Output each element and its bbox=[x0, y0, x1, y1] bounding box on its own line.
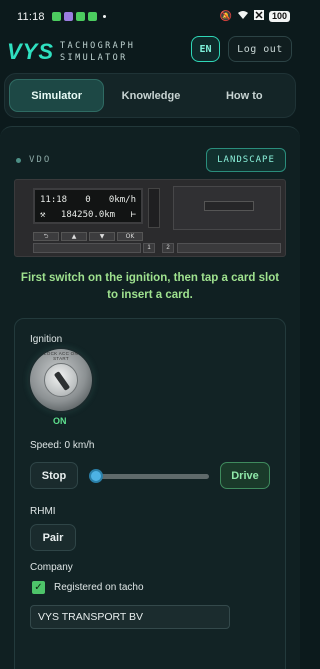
display-line-1: 11:18 0 0km/h bbox=[40, 192, 136, 207]
logo-mark: VYS bbox=[7, 39, 55, 64]
signal-icon bbox=[253, 10, 264, 23]
speed-slider-thumb[interactable] bbox=[89, 469, 103, 483]
app-header: VYS TACHOGRAPH SIMULATOR EN Log out bbox=[0, 33, 300, 71]
registered-checkbox[interactable]: ✓ bbox=[32, 581, 45, 594]
key-icon bbox=[53, 371, 71, 391]
ignition-key-barrel bbox=[44, 363, 78, 397]
card-slot-2-strip[interactable] bbox=[177, 243, 281, 253]
logo-line-2: SIMULATOR bbox=[60, 53, 128, 63]
tachograph-device: 11:18 0 0km/h ⚒ 184250.0km ⊢ ⮌ ▲ ▼ OK 1 … bbox=[14, 179, 286, 257]
device-label: VDO bbox=[29, 155, 52, 165]
pair-button[interactable]: Pair bbox=[30, 524, 76, 551]
battery-icon: 100 bbox=[268, 11, 290, 22]
tab-how-to[interactable]: How to bbox=[198, 79, 291, 112]
ignition-switch[interactable]: LOCK ACC ON START bbox=[30, 349, 92, 411]
registered-label: Registered on tacho bbox=[54, 582, 144, 593]
card-slot-1-button[interactable]: 1 bbox=[143, 243, 155, 253]
stop-button[interactable]: Stop bbox=[30, 462, 78, 489]
status-bar: 11:18 🔕 100 bbox=[0, 0, 300, 33]
logo-line-1: TACHOGRAPH bbox=[60, 41, 136, 51]
notification-app-icon bbox=[63, 12, 73, 21]
logout-button[interactable]: Log out bbox=[228, 36, 292, 62]
landscape-button[interactable]: LANDSCAPE bbox=[206, 148, 286, 172]
tab-knowledge[interactable]: Knowledge bbox=[104, 79, 197, 112]
down-button[interactable]: ▼ bbox=[89, 232, 115, 241]
simulator-panel: VDO LANDSCAPE 11:18 0 0km/h ⚒ 184250.0km… bbox=[0, 126, 300, 669]
up-button[interactable]: ▲ bbox=[61, 232, 87, 241]
printer-paper-slot bbox=[204, 201, 254, 211]
do-not-disturb-icon: 🔕 bbox=[219, 11, 232, 22]
notification-app-icon bbox=[75, 12, 85, 21]
ok-button[interactable]: OK bbox=[117, 232, 143, 241]
clock: 11:18 bbox=[17, 10, 45, 23]
ignition-ring-text: LOCK ACC ON START bbox=[43, 351, 79, 361]
display-speed: 0km/h bbox=[108, 194, 136, 205]
app-logo: VYS TACHOGRAPH SIMULATOR bbox=[7, 39, 135, 65]
wifi-icon bbox=[237, 10, 249, 23]
ignition-label: Ignition bbox=[30, 334, 63, 345]
company-label: Company bbox=[30, 562, 73, 573]
display-odometer: 184250.0km bbox=[60, 209, 116, 220]
display-line-2: ⚒ 184250.0km ⊢ bbox=[40, 207, 136, 222]
printer-drawer[interactable] bbox=[173, 186, 281, 230]
tab-simulator[interactable]: Simulator bbox=[9, 79, 105, 112]
notification-app-icon bbox=[51, 12, 61, 21]
company-name-field[interactable]: VYS TRANSPORT BV bbox=[30, 605, 230, 629]
language-button[interactable]: EN bbox=[191, 36, 220, 62]
device-status-dot bbox=[16, 157, 21, 163]
device-row: VDO LANDSCAPE bbox=[16, 148, 286, 172]
display-time: 11:18 bbox=[40, 194, 68, 205]
more-notifications-icon bbox=[102, 15, 106, 18]
speed-slider-track[interactable] bbox=[93, 474, 209, 479]
rest-icon: ⚒ bbox=[40, 209, 46, 220]
ignition-state: ON bbox=[53, 416, 67, 426]
card-slot-2-button[interactable]: 2 bbox=[162, 243, 174, 253]
card-slot-1-strip[interactable] bbox=[33, 243, 141, 253]
speed-label: Speed: 0 km/h bbox=[30, 440, 95, 451]
controls-card: Ignition LOCK ACC ON START ON Speed: 0 k… bbox=[14, 318, 286, 669]
display-mode-icon: 0 bbox=[85, 194, 91, 205]
drive-button[interactable]: Drive bbox=[220, 462, 270, 489]
instruction-text: First switch on the ignition, then tap a… bbox=[20, 272, 280, 301]
bed-icon: ⊢ bbox=[130, 209, 136, 220]
notification-app-icon bbox=[87, 12, 97, 21]
printer-lock bbox=[148, 188, 160, 228]
rhmi-label: RHMI bbox=[30, 506, 56, 517]
back-button[interactable]: ⮌ bbox=[33, 232, 59, 241]
main-tabs: Simulator Knowledge How to bbox=[4, 73, 296, 118]
tachograph-display: 11:18 0 0km/h ⚒ 184250.0km ⊢ bbox=[33, 188, 143, 224]
tachograph-buttons: ⮌ ▲ ▼ OK bbox=[33, 232, 143, 241]
logo-text: TACHOGRAPH SIMULATOR bbox=[60, 40, 135, 64]
